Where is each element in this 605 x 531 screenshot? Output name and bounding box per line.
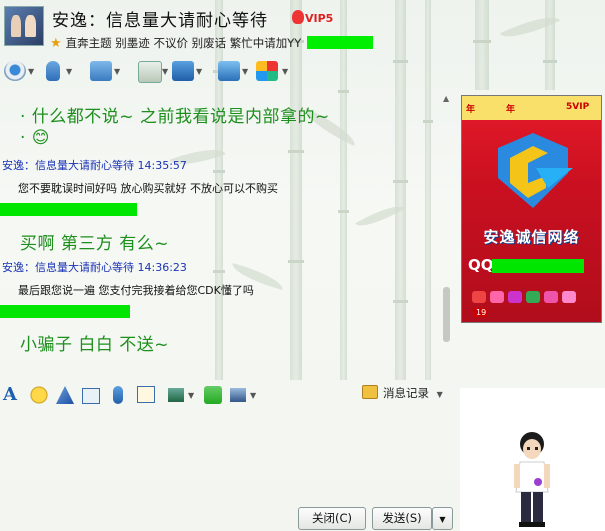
friend-message: 买啊 第三方 有么~	[20, 234, 170, 254]
signature-text: 直奔主题 别墨迹 不议价 别废话 繁忙中请加YY	[65, 36, 302, 50]
gift-icons	[472, 291, 580, 306]
chat-toolbar: ▼ ▼ ▼ ▼ ▼ ▼ ▼	[0, 58, 300, 86]
chevron-down-icon[interactable]: ▼	[188, 391, 194, 400]
gift-icon	[544, 291, 558, 303]
scroll-up-icon[interactable]: ▲	[443, 94, 449, 103]
message-meta: 安逸：信息量大请耐心等待 14:36:23	[2, 261, 187, 274]
screenshot-icon[interactable]	[230, 388, 246, 402]
video-icon[interactable]	[4, 61, 26, 81]
font-icon[interactable]: A	[3, 386, 21, 404]
star-icon: ★	[50, 36, 62, 51]
ad-panel[interactable]: 年 年 5VIP 安逸诚信网络 QQ 19	[461, 95, 602, 323]
history-icon	[362, 385, 378, 399]
music-icon[interactable]	[204, 386, 222, 404]
snapshot-icon[interactable]	[82, 388, 100, 404]
ad-count: 19	[474, 308, 489, 317]
voice-message-icon[interactable]	[113, 386, 123, 404]
friend-message: · 什么都不说~ 之前我看说是内部拿的~	[20, 107, 330, 127]
friend-message: 小骗子 白白 不送~	[20, 335, 170, 355]
chevron-down-icon: ▼	[439, 515, 446, 524]
chevron-down-icon[interactable]: ▼	[162, 67, 168, 76]
redaction-bar	[0, 305, 130, 318]
message-history-button[interactable]: 消息记录 ▼	[362, 385, 443, 401]
redaction-bar	[0, 203, 137, 216]
ad-brand: 安逸诚信网络	[483, 228, 580, 246]
game-platform-logo-icon	[498, 133, 573, 208]
apps-grid-icon[interactable]	[256, 61, 278, 81]
chevron-down-icon: ▼	[436, 390, 443, 399]
emoji-icon[interactable]	[30, 386, 48, 404]
chevron-down-icon[interactable]: ▼	[114, 67, 120, 76]
message-input[interactable]	[0, 408, 455, 503]
chevron-down-icon[interactable]: ▼	[242, 67, 248, 76]
friend-message: · 😊	[20, 128, 51, 148]
gift-icon	[472, 291, 486, 303]
send-options-button[interactable]: ▼	[432, 507, 453, 530]
file-transfer-icon[interactable]	[90, 61, 112, 81]
ad-ribbon-text: 5VIP	[566, 102, 590, 112]
ad-ribbon-text: 年	[466, 105, 476, 115]
contact-avatar[interactable]	[4, 6, 44, 46]
redaction-bar	[492, 259, 584, 273]
gift-icon	[526, 291, 540, 303]
ad-ribbon-text: 年	[506, 105, 516, 115]
gift-icon	[562, 291, 576, 303]
magic-icon[interactable]	[56, 386, 74, 404]
remote-assist-icon[interactable]	[172, 61, 194, 81]
close-button[interactable]: 关闭(C)	[298, 507, 366, 530]
chevron-down-icon[interactable]: ▼	[28, 67, 34, 76]
voice-icon[interactable]	[46, 61, 60, 81]
qq-show-avatar	[514, 432, 550, 527]
chat-footer: 关闭(C) 发送(S) ▼	[0, 503, 458, 531]
my-message: 最后跟您说一遍 您支付完我接着给您CDK懂了吗	[18, 284, 254, 297]
gift-icon	[490, 291, 504, 303]
chat-scrollbar[interactable]: ▲	[441, 92, 453, 360]
doodle-icon[interactable]	[137, 386, 155, 403]
message-history[interactable]: · 什么都不说~ 之前我看说是内部拿的~ · 😊 安逸：信息量大请耐心等待 14…	[0, 92, 445, 360]
qq-show-panel[interactable]	[460, 388, 605, 531]
my-message: 您不要耽误时间好吗 放心购买就好 不放心可以不购买	[18, 182, 278, 195]
app-icon[interactable]	[138, 61, 162, 83]
qq-penguin-icon	[292, 10, 304, 24]
chevron-down-icon[interactable]: ▼	[196, 67, 202, 76]
ad-ribbon: 年 年 5VIP	[462, 96, 601, 120]
image-icon[interactable]	[168, 388, 184, 402]
history-label: 消息记录	[383, 386, 429, 400]
send-button[interactable]: 发送(S)	[372, 507, 432, 530]
contact-name[interactable]: 安逸：信息量大请耐心等待	[52, 6, 268, 31]
gift-icon	[508, 291, 522, 303]
scrollbar-thumb[interactable]	[443, 287, 450, 342]
ad-qq-label: QQ	[468, 256, 494, 274]
vip-badge[interactable]: VIP5	[292, 10, 333, 25]
chevron-down-icon[interactable]: ▼	[66, 67, 72, 76]
chevron-down-icon[interactable]: ▼	[250, 391, 256, 400]
screen-share-icon[interactable]	[218, 61, 240, 81]
redaction-bar	[306, 36, 373, 49]
contact-signature: ★ 直奔主题 别墨迹 不议价 别废话 繁忙中请加YY	[50, 35, 373, 51]
vip-label: VIP5	[305, 12, 334, 25]
chat-header: 安逸：信息量大请耐心等待 VIP5 ★ 直奔主题 别墨迹 不议价 别废话 繁忙中请…	[0, 0, 605, 56]
chevron-down-icon[interactable]: ▼	[282, 67, 288, 76]
message-meta: 安逸：信息量大请耐心等待 14:35:57	[2, 159, 187, 172]
